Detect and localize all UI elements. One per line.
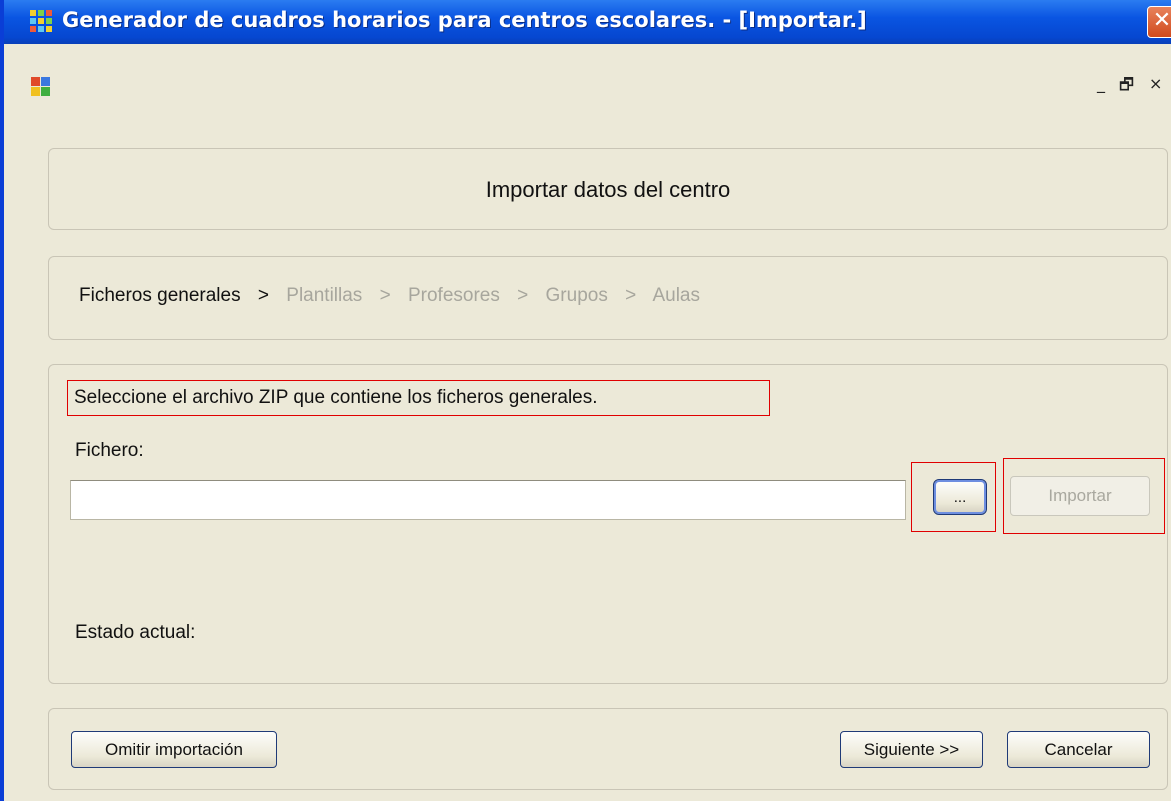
step-grupos: Grupos — [545, 285, 608, 306]
mdi-restore-button[interactable]: 🗗 — [1119, 74, 1134, 101]
mdi-minimize-button[interactable]: _ — [1097, 74, 1105, 93]
title-bar[interactable]: Generador de cuadros horarios para centr… — [4, 0, 1171, 44]
header-panel: Importar datos del centro — [48, 148, 1168, 230]
import-button[interactable]: Importar — [1010, 476, 1150, 516]
step-profesores: Profesores — [407, 285, 500, 306]
step-separator: > — [379, 285, 391, 306]
status-label: Estado actual: — [75, 622, 196, 643]
step-plantillas: Plantillas — [286, 285, 363, 306]
window-title: Generador de cuadros horarios para centr… — [62, 8, 867, 32]
app-grid-icon — [30, 10, 52, 32]
page-title: Importar datos del centro — [485, 177, 731, 202]
step-ficheros-generales: Ficheros generales — [79, 285, 241, 306]
cancel-button[interactable]: Cancelar — [1007, 731, 1150, 768]
omit-import-button[interactable]: Omitir importación — [71, 731, 277, 768]
browse-button[interactable]: ... — [933, 479, 987, 515]
mdi-window-controls: _ 🗗 × — [1097, 74, 1171, 96]
file-label: Fichero: — [75, 440, 144, 461]
step-separator: > — [625, 285, 637, 306]
wizard-steps-panel: Ficheros generales > Plantillas > Profes… — [48, 256, 1168, 340]
instruction-text: Seleccione el archivo ZIP que contiene l… — [67, 380, 770, 416]
wizard-steps: Ficheros generales > Plantillas > Profes… — [79, 285, 712, 307]
step-separator: > — [257, 285, 269, 306]
child-window-icon[interactable] — [30, 76, 52, 98]
mdi-close-button[interactable]: × — [1149, 74, 1162, 93]
mdi-menu-bar — [4, 44, 1171, 71]
window-close-button[interactable]: ✕ — [1147, 6, 1171, 38]
file-path-input[interactable] — [70, 480, 906, 520]
application-window: Generador de cuadros horarios para centr… — [0, 0, 1171, 801]
step-separator: > — [517, 285, 529, 306]
next-button[interactable]: Siguiente >> — [840, 731, 983, 768]
step-aulas: Aulas — [652, 285, 700, 306]
